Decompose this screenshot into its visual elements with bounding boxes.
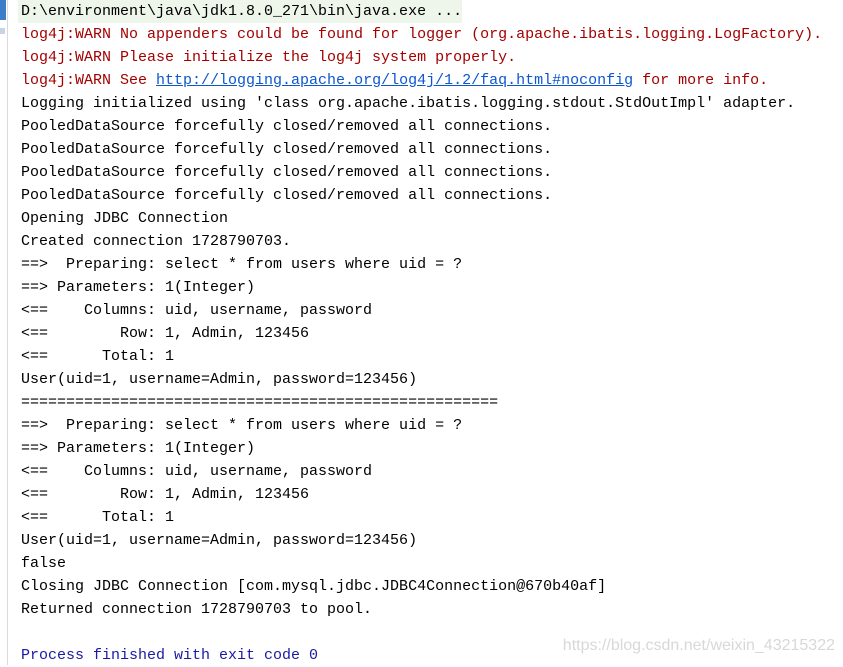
log-line: Logging initialized using 'class org.apa… xyxy=(21,95,796,112)
run-tab-icon[interactable] xyxy=(0,0,6,20)
log-line: Created connection 1728790703. xyxy=(21,233,292,250)
log-line: PooledDataSource forcefully closed/remov… xyxy=(21,141,553,158)
warn-line: log4j:WARN See http://logging.apache.org… xyxy=(21,69,843,92)
log-line: ==> Parameters: 1(Integer) xyxy=(21,279,256,296)
watermark: https://blog.csdn.net/weixin_43215322 xyxy=(562,637,835,654)
log-line: ========================================… xyxy=(21,394,499,411)
warn-line: log4j:WARN No appenders could be found f… xyxy=(21,26,823,43)
log-line: Opening JDBC Connection xyxy=(21,210,229,227)
log-line: false xyxy=(21,555,67,572)
log-line: User(uid=1, username=Admin, password=123… xyxy=(21,371,418,388)
log-line: ==> Preparing: select * from users where… xyxy=(21,256,463,273)
warn-prefix: log4j:WARN See xyxy=(21,72,157,89)
console-output[interactable]: D:\environment\java\jdk1.8.0_271\bin\jav… xyxy=(18,0,843,667)
command-line[interactable]: D:\environment\java\jdk1.8.0_271\bin\jav… xyxy=(18,0,462,23)
tool-window-sidebar xyxy=(0,0,8,665)
warn-line: log4j:WARN Please initialize the log4j s… xyxy=(21,49,517,66)
log-line: PooledDataSource forcefully closed/remov… xyxy=(21,187,553,204)
log-line: <== Row: 1, Admin, 123456 xyxy=(21,325,310,342)
log-line: <== Total: 1 xyxy=(21,509,175,526)
log-line: User(uid=1, username=Admin, password=123… xyxy=(21,532,418,549)
log-line: ==> Preparing: select * from users where… xyxy=(21,417,463,434)
log-line: ==> Parameters: 1(Integer) xyxy=(21,440,256,457)
log-line: Returned connection 1728790703 to pool. xyxy=(21,601,373,618)
tool-icon[interactable] xyxy=(0,28,5,34)
log-line: PooledDataSource forcefully closed/remov… xyxy=(21,118,553,135)
warn-suffix: for more info. xyxy=(633,72,769,89)
log-line: PooledDataSource forcefully closed/remov… xyxy=(21,164,553,181)
log-line: <== Total: 1 xyxy=(21,348,175,365)
log-line: <== Columns: uid, username, password xyxy=(21,302,373,319)
faq-link[interactable]: http://logging.apache.org/log4j/1.2/faq.… xyxy=(156,72,633,89)
log-line: <== Row: 1, Admin, 123456 xyxy=(21,486,310,503)
log-line: <== Columns: uid, username, password xyxy=(21,463,373,480)
log-line: Closing JDBC Connection [com.mysql.jdbc.… xyxy=(21,578,607,595)
